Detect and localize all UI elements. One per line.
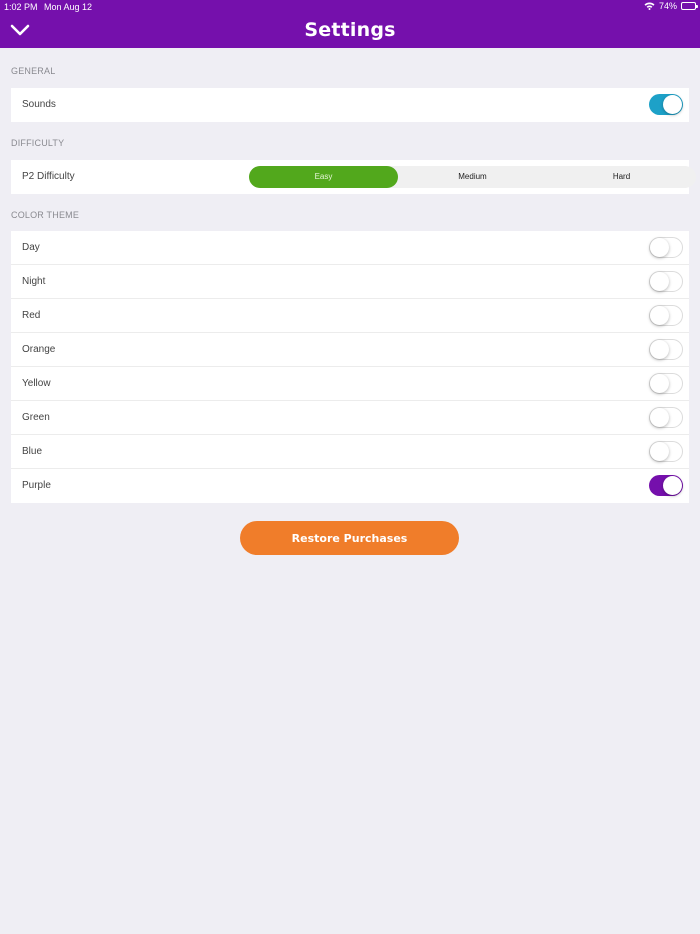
theme-toggle-orange[interactable] [649, 339, 683, 360]
page-title: Settings [304, 19, 396, 41]
theme-toggle-red[interactable] [649, 305, 683, 326]
theme-row-purple: Purple [11, 469, 689, 503]
toggle-knob [650, 340, 669, 359]
theme-toggle-green[interactable] [649, 407, 683, 428]
battery-icon [681, 2, 698, 10]
p2-difficulty-label: P2 Difficulty [22, 171, 75, 182]
theme-toggle-blue[interactable] [649, 441, 683, 462]
toggle-knob [650, 272, 669, 291]
toggle-knob [650, 238, 669, 257]
toggle-knob [663, 476, 682, 495]
segment-easy[interactable]: Easy [249, 166, 398, 188]
battery-percent: 74% [658, 1, 677, 11]
theme-row-yellow: Yellow [11, 367, 689, 401]
theme-row-orange: Orange [11, 333, 689, 367]
status-time: 1:02 PM [4, 2, 38, 12]
section-header-general: GENERAL [11, 66, 56, 76]
section-header-color-theme: COLOR THEME [11, 210, 80, 220]
theme-label: Night [22, 276, 46, 287]
general-group: Sounds [11, 88, 689, 122]
restore-purchases-button[interactable]: Restore Purchases [240, 521, 459, 555]
theme-label: Purple [22, 480, 51, 491]
sounds-row: Sounds [11, 88, 689, 122]
color-theme-group: Day Night Red Orange Yellow Green Blue P… [11, 231, 689, 503]
theme-row-red: Red [11, 299, 689, 333]
toggle-knob [663, 95, 682, 114]
theme-toggle-night[interactable] [649, 271, 683, 292]
toggle-knob [650, 442, 669, 461]
difficulty-segmented-control: Easy Medium Hard [249, 166, 696, 188]
theme-label: Yellow [22, 378, 51, 389]
segment-medium[interactable]: Medium [398, 166, 547, 188]
status-right: 74% [644, 1, 698, 11]
toggle-knob [650, 306, 669, 325]
status-date: Mon Aug 12 [44, 2, 93, 12]
sounds-toggle[interactable] [649, 94, 683, 115]
theme-row-night: Night [11, 265, 689, 299]
wifi-icon [644, 2, 655, 10]
status-bar: 1:02 PM Mon Aug 12 74% [0, 0, 700, 14]
theme-label: Red [22, 310, 41, 321]
theme-label: Day [22, 242, 40, 253]
sounds-label: Sounds [22, 99, 56, 110]
theme-row-day: Day [11, 231, 689, 265]
segment-hard[interactable]: Hard [547, 166, 696, 188]
theme-row-green: Green [11, 401, 689, 435]
toggle-knob [650, 374, 669, 393]
theme-toggle-yellow[interactable] [649, 373, 683, 394]
top-bar: 1:02 PM Mon Aug 12 74% Settings [0, 0, 700, 48]
p2-difficulty-row: P2 Difficulty Easy Medium Hard [11, 160, 696, 194]
theme-label: Green [22, 412, 50, 423]
theme-row-blue: Blue [11, 435, 689, 469]
theme-toggle-day[interactable] [649, 237, 683, 258]
theme-label: Orange [22, 344, 56, 355]
toggle-knob [650, 408, 669, 427]
section-header-difficulty: DIFFICULTY [11, 138, 65, 148]
settings-screen: 1:02 PM Mon Aug 12 74% Settings GENERAL … [0, 0, 700, 934]
difficulty-group: P2 Difficulty Easy Medium Hard [11, 160, 696, 194]
theme-toggle-purple[interactable] [649, 475, 683, 496]
theme-label: Blue [22, 446, 43, 457]
